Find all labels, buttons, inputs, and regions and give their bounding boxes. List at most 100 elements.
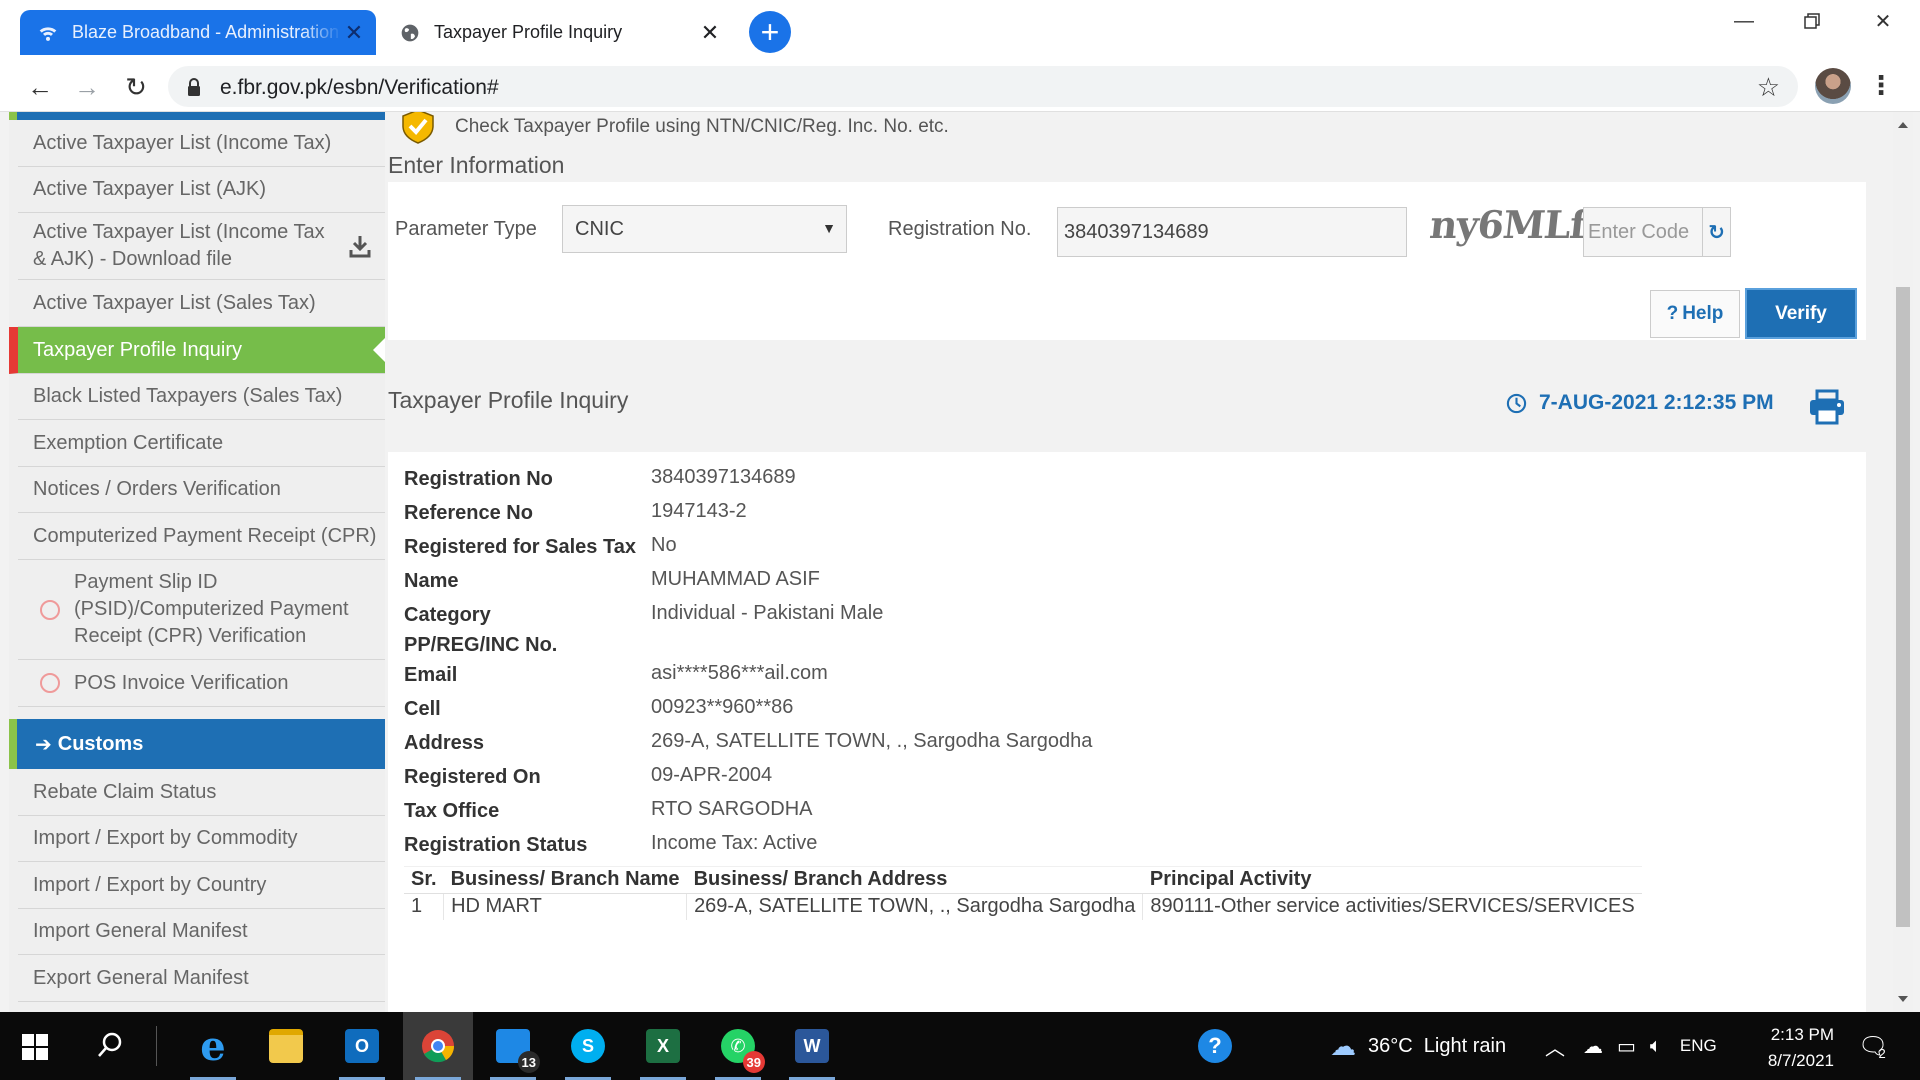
sidebar-item-label: Taxpayer Profile Inquiry (33, 338, 242, 361)
taskbar-app-word[interactable]: W (777, 1012, 847, 1080)
excel-icon: X (646, 1029, 680, 1063)
column-header: Business/ Branch Name (443, 866, 687, 894)
weather-widget[interactable]: ☁ 36°C Light rain (1330, 1012, 1506, 1080)
back-button[interactable]: ← (24, 71, 56, 103)
tab-taxpayer-profile[interactable]: Taxpayer Profile Inquiry ✕ (382, 10, 732, 55)
sidebar-item-active-taxpayer-sales-tax[interactable]: Active Taxpayer List (Sales Tax) (18, 280, 385, 327)
sidebar-item-cpr[interactable]: Computerized Payment Receipt (CPR) (18, 513, 385, 560)
volume-icon[interactable]: 🔈︎ (1650, 1035, 1662, 1058)
browser-menu-icon[interactable]: ⋮ (1868, 70, 1894, 101)
sidebar-item-black-listed[interactable]: Black Listed Taxpayers (Sales Tax) (18, 374, 385, 420)
verify-button[interactable]: Verify (1745, 288, 1857, 339)
result-panel: Registration No 3840397134689 Reference … (388, 452, 1866, 1012)
onedrive-cloud-icon[interactable]: ☁ (1583, 1034, 1603, 1059)
whatsapp-icon: ✆ 39 (721, 1029, 765, 1073)
tray-icons: ︿ ☁ ▭ 🔈︎ ENG (1545, 1012, 1717, 1080)
check-profile-text: Check Taxpayer Profile using NTN/CNIC/Re… (455, 116, 949, 137)
sidebar-item-label: Active Taxpayer List (Income Tax) (33, 131, 332, 154)
sidebar-item-active-taxpayer-income-tax[interactable]: Active Taxpayer List (Income Tax) (18, 120, 385, 167)
browser-toolbar: ← → ↻ e.fbr.gov.pk/esbn/Verification# ☆ … (0, 61, 1920, 112)
close-icon[interactable]: ✕ (342, 21, 366, 45)
registration-no-input[interactable]: 3840397134689 (1057, 207, 1407, 257)
battery-icon[interactable]: ▭ (1617, 1034, 1636, 1059)
business-branch-table: Sr. Business/ Branch Name Business/ Bran… (404, 866, 1642, 920)
bookmark-star-icon[interactable]: ☆ (1757, 72, 1780, 103)
captcha-image: ny6MLf (1427, 202, 1588, 247)
windows-start-icon[interactable] (22, 1034, 48, 1060)
close-window-button[interactable]: ✕ (1860, 6, 1906, 36)
help-tray-button[interactable]: ? (1198, 1012, 1232, 1080)
address-bar[interactable]: e.fbr.gov.pk/esbn/Verification# ☆ (168, 66, 1798, 107)
document-icon: 13 (496, 1029, 540, 1073)
sidebar-item-label: POS Invoice Verification (74, 671, 289, 694)
sidebar-item-notices-orders[interactable]: Notices / Orders Verification (18, 467, 385, 513)
wifi-icon (39, 26, 57, 41)
sidebar-item-import-export-commodity[interactable]: Import / Export by Commodity (18, 816, 385, 862)
outlook-icon: O (345, 1029, 379, 1063)
notification-badge: 39 (742, 1051, 765, 1073)
restore-icon (1804, 13, 1820, 29)
close-icon[interactable]: ✕ (698, 21, 722, 45)
taskbar-app-chrome[interactable] (403, 1012, 473, 1080)
sidebar-item-label: Import General Manifest (33, 920, 248, 942)
vertical-scrollbar[interactable] (1893, 112, 1913, 1012)
scrollbar-thumb[interactable] (1896, 287, 1910, 927)
sidebar-item-label: Import / Export by Country (33, 873, 267, 896)
result-timestamp: 7-AUG-2021 2:12:35 PM (1506, 391, 1774, 415)
timestamp-text: 7-AUG-2021 2:12:35 PM (1539, 391, 1774, 414)
taskbar-app-explorer[interactable] (251, 1012, 321, 1080)
sidebar-item-pos-invoice[interactable]: POS Invoice Verification (18, 660, 385, 707)
taskbar-app-whatsapp[interactable]: ✆ 39 (703, 1012, 773, 1080)
cloud-rain-icon: ☁ (1330, 1030, 1356, 1061)
taskbar-app-excel[interactable]: X (628, 1012, 698, 1080)
inquiry-form: Parameter Type CNIC ▼ Registration No. 3… (388, 182, 1866, 340)
sidebar-item-active-taxpayer-ajk[interactable]: Active Taxpayer List (AJK) (18, 167, 385, 213)
sidebar-item-taxpayer-profile-inquiry[interactable]: Taxpayer Profile Inquiry (9, 327, 385, 374)
captcha-code-input[interactable]: Enter Code (1583, 207, 1703, 257)
taskbar-app-skype[interactable]: S (553, 1012, 623, 1080)
table-cell: HD MART (443, 893, 687, 920)
sidebar-section-customs[interactable]: ➔ Customs (9, 719, 385, 769)
help-button[interactable]: ? Help (1650, 290, 1740, 338)
main-content: Check Taxpayer Profile using NTN/CNIC/Re… (388, 112, 1866, 1012)
radio-icon (40, 599, 60, 620)
sidebar-item-psid-cpr-verification[interactable]: Payment Slip ID (PSID)/Computerized Paym… (18, 560, 385, 660)
taskbar-clock[interactable]: 2:13 PM 8/7/2021 (1742, 1022, 1834, 1074)
arrow-left-icon: ← (27, 71, 53, 102)
taskbar-app-edge[interactable]: e (178, 1012, 248, 1080)
column-header: Business/ Branch Address (686, 866, 1143, 894)
taskbar-app-files[interactable]: 13 (478, 1012, 548, 1080)
sidebar-item-import-general-manifest[interactable]: Import General Manifest (18, 909, 385, 955)
sidebar-item-label: Import / Export by Commodity (33, 827, 298, 849)
taskbar-separator (156, 1026, 157, 1066)
tab-blaze-broadband[interactable]: Blaze Broadband - Administration ✕ (20, 10, 376, 55)
new-tab-button[interactable]: + (749, 11, 791, 53)
refresh-captcha-icon[interactable]: ↻ (1703, 207, 1731, 257)
taskbar-app-outlook[interactable]: O (327, 1012, 397, 1080)
language-indicator[interactable]: ENG (1680, 1036, 1717, 1056)
profile-avatar[interactable] (1815, 68, 1851, 104)
sidebar-item-label: Active Taxpayer List (Sales Tax) (33, 291, 316, 314)
minimize-button[interactable]: — (1721, 6, 1767, 36)
chevron-up-icon[interactable]: ︿ (1545, 1032, 1565, 1061)
help-circle-icon: ? (1198, 1029, 1232, 1063)
caret-down-icon: ▼ (822, 220, 836, 236)
column-header: Sr. (404, 866, 444, 894)
scroll-down-icon[interactable] (1898, 996, 1908, 1002)
sidebar-item-export-general-manifest[interactable]: Export General Manifest (18, 955, 385, 1002)
sidebar-item-rebate-claim[interactable]: Rebate Claim Status (18, 769, 385, 816)
sidebar-item-import-export-country[interactable]: Import / Export by Country (18, 862, 385, 909)
download-icon[interactable] (349, 234, 371, 258)
sidebar-item-exemption-certificate[interactable]: Exemption Certificate (18, 420, 385, 467)
skype-icon: S (571, 1029, 605, 1063)
scroll-up-icon[interactable] (1898, 122, 1908, 128)
restore-button[interactable] (1789, 6, 1835, 36)
reload-button[interactable]: ↻ (120, 71, 152, 103)
parameter-type-select[interactable]: CNIC ▼ (562, 205, 847, 253)
sidebar-item-active-taxpayer-download[interactable]: Active Taxpayer List (Income Tax & AJK) … (18, 213, 385, 280)
clock-date: 8/7/2021 (1767, 1051, 1834, 1070)
notification-center-button[interactable]: 🗨︎ 2 (1858, 1012, 1888, 1080)
forward-button[interactable]: → (71, 71, 103, 103)
print-icon[interactable] (1808, 389, 1846, 425)
search-icon[interactable] (95, 1030, 125, 1060)
